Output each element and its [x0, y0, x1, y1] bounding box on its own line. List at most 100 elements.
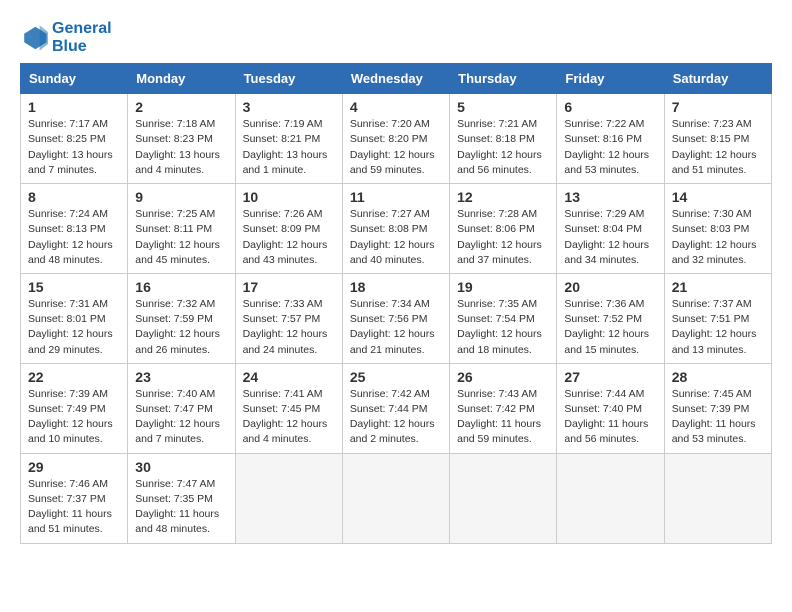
- calendar-cell: 11 Sunrise: 7:27 AM Sunset: 8:08 PM Dayl…: [342, 184, 449, 274]
- day-number: 7: [672, 99, 764, 115]
- day-number: 18: [350, 279, 442, 295]
- col-sunday: Sunday: [21, 64, 128, 94]
- calendar-cell: 29 Sunrise: 7:46 AM Sunset: 7:37 PM Dayl…: [21, 453, 128, 543]
- calendar-cell: 8 Sunrise: 7:24 AM Sunset: 8:13 PM Dayli…: [21, 184, 128, 274]
- calendar-week-row: 8 Sunrise: 7:24 AM Sunset: 8:13 PM Dayli…: [21, 184, 772, 274]
- calendar-cell: 22 Sunrise: 7:39 AM Sunset: 7:49 PM Dayl…: [21, 363, 128, 453]
- calendar-cell: 27 Sunrise: 7:44 AM Sunset: 7:40 PM Dayl…: [557, 363, 664, 453]
- day-info: Sunrise: 7:34 AM Sunset: 7:56 PM Dayligh…: [350, 297, 442, 358]
- day-number: 17: [243, 279, 335, 295]
- day-number: 5: [457, 99, 549, 115]
- weekday-header-row: Sunday Monday Tuesday Wednesday Thursday…: [21, 64, 772, 94]
- calendar-cell: 12 Sunrise: 7:28 AM Sunset: 8:06 PM Dayl…: [450, 184, 557, 274]
- day-info: Sunrise: 7:24 AM Sunset: 8:13 PM Dayligh…: [28, 207, 120, 268]
- calendar-cell: 5 Sunrise: 7:21 AM Sunset: 8:18 PM Dayli…: [450, 94, 557, 184]
- day-number: 6: [564, 99, 656, 115]
- calendar-cell: 26 Sunrise: 7:43 AM Sunset: 7:42 PM Dayl…: [450, 363, 557, 453]
- logo: General Blue: [20, 20, 112, 55]
- day-number: 16: [135, 279, 227, 295]
- day-info: Sunrise: 7:28 AM Sunset: 8:06 PM Dayligh…: [457, 207, 549, 268]
- calendar-cell: 20 Sunrise: 7:36 AM Sunset: 7:52 PM Dayl…: [557, 273, 664, 363]
- calendar-cell: 21 Sunrise: 7:37 AM Sunset: 7:51 PM Dayl…: [664, 273, 771, 363]
- col-tuesday: Tuesday: [235, 64, 342, 94]
- day-info: Sunrise: 7:22 AM Sunset: 8:16 PM Dayligh…: [564, 117, 656, 178]
- day-number: 21: [672, 279, 764, 295]
- calendar-cell: 1 Sunrise: 7:17 AM Sunset: 8:25 PM Dayli…: [21, 94, 128, 184]
- day-number: 28: [672, 369, 764, 385]
- day-info: Sunrise: 7:36 AM Sunset: 7:52 PM Dayligh…: [564, 297, 656, 358]
- day-number: 29: [28, 459, 120, 475]
- calendar-cell: [450, 453, 557, 543]
- col-friday: Friday: [557, 64, 664, 94]
- day-number: 10: [243, 189, 335, 205]
- calendar-cell: 25 Sunrise: 7:42 AM Sunset: 7:44 PM Dayl…: [342, 363, 449, 453]
- day-number: 3: [243, 99, 335, 115]
- day-info: Sunrise: 7:33 AM Sunset: 7:57 PM Dayligh…: [243, 297, 335, 358]
- calendar-cell: 3 Sunrise: 7:19 AM Sunset: 8:21 PM Dayli…: [235, 94, 342, 184]
- day-number: 24: [243, 369, 335, 385]
- day-info: Sunrise: 7:41 AM Sunset: 7:45 PM Dayligh…: [243, 387, 335, 448]
- calendar-cell: 13 Sunrise: 7:29 AM Sunset: 8:04 PM Dayl…: [557, 184, 664, 274]
- day-info: Sunrise: 7:26 AM Sunset: 8:09 PM Dayligh…: [243, 207, 335, 268]
- calendar-week-row: 29 Sunrise: 7:46 AM Sunset: 7:37 PM Dayl…: [21, 453, 772, 543]
- calendar-cell: [664, 453, 771, 543]
- day-info: Sunrise: 7:29 AM Sunset: 8:04 PM Dayligh…: [564, 207, 656, 268]
- day-number: 20: [564, 279, 656, 295]
- calendar-week-row: 15 Sunrise: 7:31 AM Sunset: 8:01 PM Dayl…: [21, 273, 772, 363]
- day-number: 8: [28, 189, 120, 205]
- day-info: Sunrise: 7:45 AM Sunset: 7:39 PM Dayligh…: [672, 387, 764, 448]
- day-info: Sunrise: 7:21 AM Sunset: 8:18 PM Dayligh…: [457, 117, 549, 178]
- calendar-cell: [557, 453, 664, 543]
- calendar-cell: 19 Sunrise: 7:35 AM Sunset: 7:54 PM Dayl…: [450, 273, 557, 363]
- day-info: Sunrise: 7:46 AM Sunset: 7:37 PM Dayligh…: [28, 477, 120, 538]
- calendar-cell: [342, 453, 449, 543]
- day-info: Sunrise: 7:20 AM Sunset: 8:20 PM Dayligh…: [350, 117, 442, 178]
- day-number: 9: [135, 189, 227, 205]
- col-wednesday: Wednesday: [342, 64, 449, 94]
- logo-text: General Blue: [52, 20, 112, 55]
- day-number: 26: [457, 369, 549, 385]
- day-info: Sunrise: 7:42 AM Sunset: 7:44 PM Dayligh…: [350, 387, 442, 448]
- calendar-cell: 15 Sunrise: 7:31 AM Sunset: 8:01 PM Dayl…: [21, 273, 128, 363]
- day-number: 30: [135, 459, 227, 475]
- col-saturday: Saturday: [664, 64, 771, 94]
- logo-icon: [20, 24, 48, 52]
- day-number: 27: [564, 369, 656, 385]
- day-number: 25: [350, 369, 442, 385]
- calendar-cell: 17 Sunrise: 7:33 AM Sunset: 7:57 PM Dayl…: [235, 273, 342, 363]
- calendar-cell: 18 Sunrise: 7:34 AM Sunset: 7:56 PM Dayl…: [342, 273, 449, 363]
- calendar-cell: 6 Sunrise: 7:22 AM Sunset: 8:16 PM Dayli…: [557, 94, 664, 184]
- calendar-cell: 16 Sunrise: 7:32 AM Sunset: 7:59 PM Dayl…: [128, 273, 235, 363]
- day-info: Sunrise: 7:25 AM Sunset: 8:11 PM Dayligh…: [135, 207, 227, 268]
- col-monday: Monday: [128, 64, 235, 94]
- calendar-cell: 4 Sunrise: 7:20 AM Sunset: 8:20 PM Dayli…: [342, 94, 449, 184]
- day-info: Sunrise: 7:23 AM Sunset: 8:15 PM Dayligh…: [672, 117, 764, 178]
- calendar-cell: 10 Sunrise: 7:26 AM Sunset: 8:09 PM Dayl…: [235, 184, 342, 274]
- day-info: Sunrise: 7:17 AM Sunset: 8:25 PM Dayligh…: [28, 117, 120, 178]
- day-number: 11: [350, 189, 442, 205]
- day-number: 14: [672, 189, 764, 205]
- calendar-week-row: 22 Sunrise: 7:39 AM Sunset: 7:49 PM Dayl…: [21, 363, 772, 453]
- calendar-cell: 2 Sunrise: 7:18 AM Sunset: 8:23 PM Dayli…: [128, 94, 235, 184]
- day-number: 12: [457, 189, 549, 205]
- col-thursday: Thursday: [450, 64, 557, 94]
- day-info: Sunrise: 7:37 AM Sunset: 7:51 PM Dayligh…: [672, 297, 764, 358]
- day-number: 2: [135, 99, 227, 115]
- day-info: Sunrise: 7:18 AM Sunset: 8:23 PM Dayligh…: [135, 117, 227, 178]
- day-number: 13: [564, 189, 656, 205]
- day-info: Sunrise: 7:27 AM Sunset: 8:08 PM Dayligh…: [350, 207, 442, 268]
- calendar-cell: 23 Sunrise: 7:40 AM Sunset: 7:47 PM Dayl…: [128, 363, 235, 453]
- calendar-cell: 14 Sunrise: 7:30 AM Sunset: 8:03 PM Dayl…: [664, 184, 771, 274]
- calendar-cell: 9 Sunrise: 7:25 AM Sunset: 8:11 PM Dayli…: [128, 184, 235, 274]
- calendar-cell: [235, 453, 342, 543]
- day-info: Sunrise: 7:47 AM Sunset: 7:35 PM Dayligh…: [135, 477, 227, 538]
- day-info: Sunrise: 7:35 AM Sunset: 7:54 PM Dayligh…: [457, 297, 549, 358]
- day-number: 19: [457, 279, 549, 295]
- calendar-cell: 30 Sunrise: 7:47 AM Sunset: 7:35 PM Dayl…: [128, 453, 235, 543]
- day-info: Sunrise: 7:39 AM Sunset: 7:49 PM Dayligh…: [28, 387, 120, 448]
- day-info: Sunrise: 7:43 AM Sunset: 7:42 PM Dayligh…: [457, 387, 549, 448]
- day-number: 23: [135, 369, 227, 385]
- day-number: 1: [28, 99, 120, 115]
- calendar-cell: 7 Sunrise: 7:23 AM Sunset: 8:15 PM Dayli…: [664, 94, 771, 184]
- day-info: Sunrise: 7:30 AM Sunset: 8:03 PM Dayligh…: [672, 207, 764, 268]
